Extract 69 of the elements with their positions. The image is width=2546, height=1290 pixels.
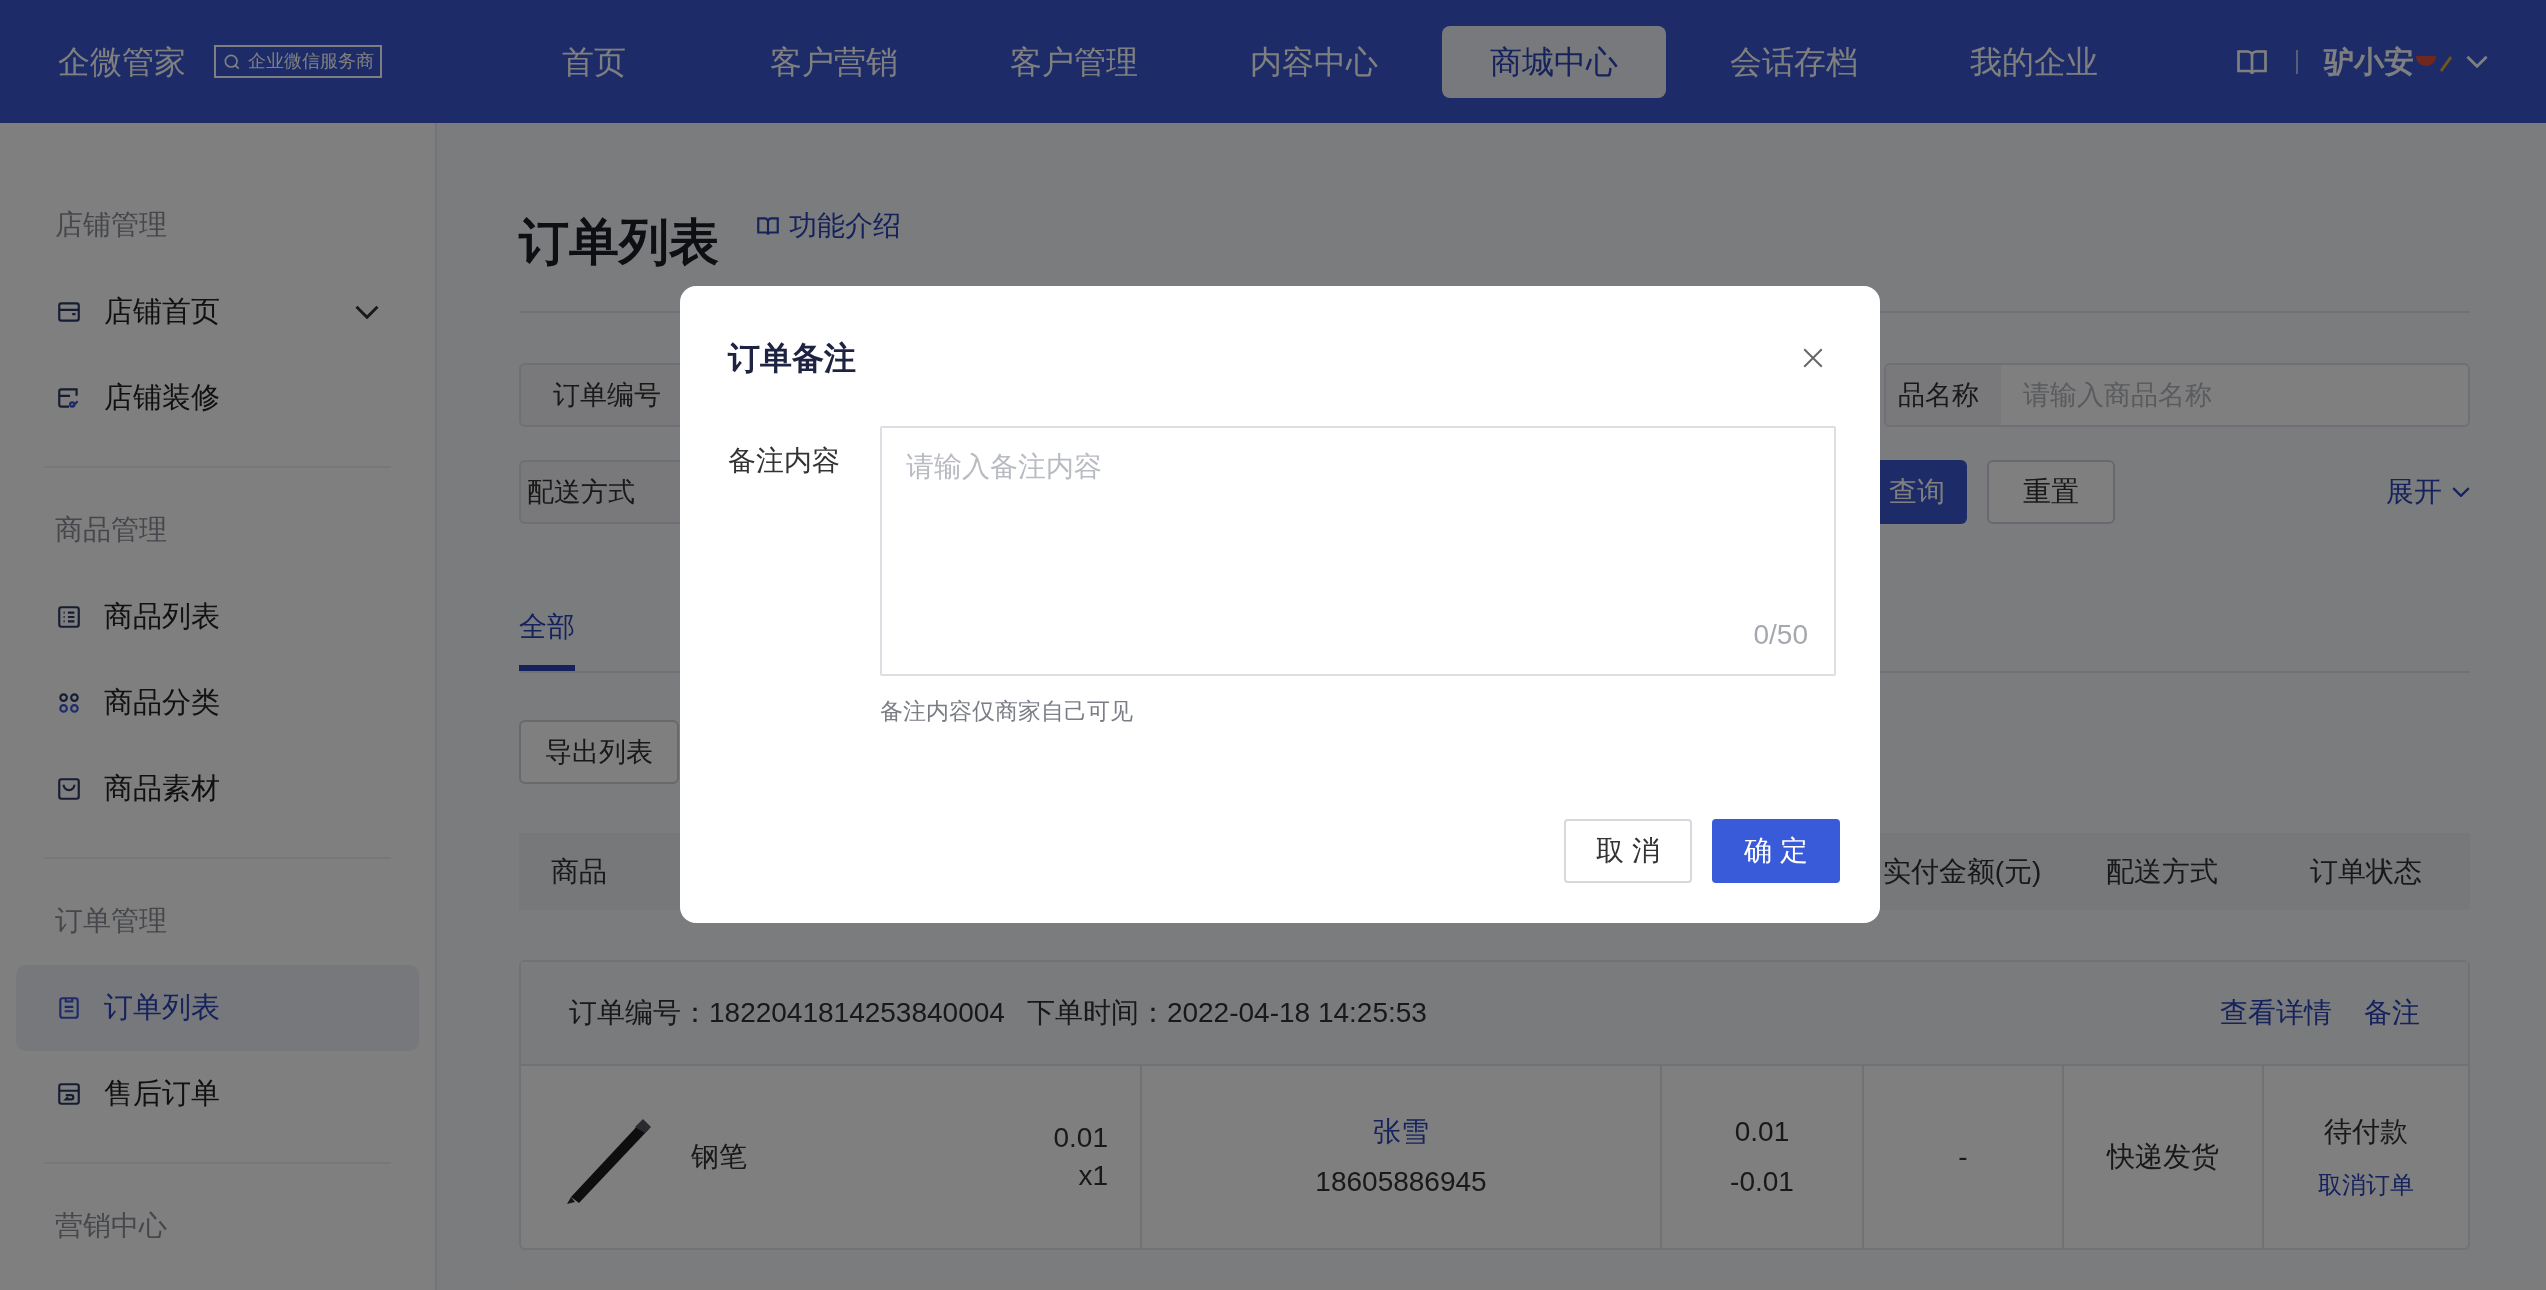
sidebar-item[interactable]: 售后订单 bbox=[16, 1051, 419, 1137]
dialog-title: 订单备注 bbox=[728, 339, 856, 378]
clipboard-icon bbox=[56, 995, 82, 1021]
sidebar-section-title: 订单管理 bbox=[54, 904, 168, 938]
nav-tab[interactable]: 我的企业 bbox=[1922, 25, 2146, 98]
product-name: 钢笔 bbox=[691, 1140, 747, 1174]
paid-amount: 0.01 bbox=[1734, 1115, 1790, 1149]
command-icon bbox=[56, 690, 82, 716]
sidebar-item[interactable]: 商品素材 bbox=[16, 746, 419, 832]
unit-price: 0.01 bbox=[1053, 1121, 1108, 1155]
discount-amount: -0.01 bbox=[1730, 1165, 1794, 1199]
sidebar-item-label: 订单列表 bbox=[104, 990, 220, 1026]
column-header: 订单状态 bbox=[2310, 854, 2422, 889]
sidebar-item[interactable]: 商品列表 bbox=[16, 574, 419, 660]
page-title: 订单列表 bbox=[519, 213, 719, 272]
sidebar-section-title: 营销中心 bbox=[54, 1209, 168, 1243]
nav-tab[interactable]: 客户营销 bbox=[722, 25, 946, 98]
expand-link[interactable]: 展开 bbox=[2386, 471, 2470, 513]
column-header: 商品 bbox=[550, 854, 608, 889]
column-header: 实付金额(元) bbox=[1882, 854, 2042, 889]
brand-name[interactable]: 企微管家 bbox=[58, 37, 186, 86]
sidebar-item[interactable]: 店铺首页 bbox=[16, 269, 419, 355]
field-hint: 备注内容仅商家自己可见 bbox=[880, 697, 1134, 726]
cancel-order-link[interactable]: 取消订单 bbox=[2318, 1167, 2414, 1203]
sidebar-section-title: 商品管理 bbox=[54, 513, 168, 547]
status-tab[interactable]: 全部 bbox=[519, 588, 575, 671]
sidebar-section-title: 店铺管理 bbox=[54, 208, 168, 242]
character-counter: 0/50 bbox=[1753, 618, 1808, 652]
nav-tab[interactable]: 会话存档 bbox=[1682, 25, 1906, 98]
return-icon bbox=[56, 1081, 82, 1107]
order-time: 下单时间：2022-04-18 14:25:53 bbox=[1026, 996, 1427, 1030]
sidebar-item[interactable]: 订单列表 bbox=[16, 965, 419, 1051]
sidebar-item-label: 店铺装修 bbox=[104, 380, 220, 416]
field-label: 备注内容 bbox=[728, 444, 841, 478]
nav-tab[interactable]: 客户管理 bbox=[962, 25, 1186, 98]
nav-tab[interactable]: 首页 bbox=[482, 25, 706, 98]
buyer-name-link[interactable]: 张雪 bbox=[1373, 1111, 1429, 1153]
order-status: 待付款 bbox=[2324, 1115, 2408, 1149]
export-button[interactable]: 导出列表 bbox=[519, 720, 679, 784]
sidebar-item[interactable]: 商品分类 bbox=[16, 660, 419, 746]
list-icon bbox=[56, 604, 82, 630]
chevron-down-icon bbox=[2466, 55, 2488, 68]
order-action-link[interactable]: 备注 bbox=[2364, 992, 2420, 1034]
store-icon bbox=[56, 299, 82, 325]
sidebar-item[interactable]: 店铺装修 bbox=[16, 355, 419, 441]
order-action-link[interactable]: 查看详情 bbox=[2220, 992, 2332, 1034]
sidebar-item-label: 商品分类 bbox=[104, 685, 220, 721]
delivery-method: 快递发货 bbox=[2107, 1140, 2219, 1174]
nav-tab[interactable]: 商城中心 bbox=[1442, 25, 1666, 98]
sidebar-item-label: 售后订单 bbox=[104, 1076, 220, 1112]
order-number: 订单编号：1822041814253840004 bbox=[569, 996, 1005, 1030]
table-cell-text: - bbox=[1958, 1140, 1968, 1174]
cancel-button[interactable]: 取 消 bbox=[1564, 819, 1692, 883]
user-name[interactable]: 驴小安 bbox=[2324, 39, 2414, 84]
column-header: 配送方式 bbox=[2106, 854, 2218, 889]
reset-button[interactable]: 重置 bbox=[1987, 460, 2115, 524]
nav-tab[interactable]: 内容中心 bbox=[1202, 25, 1426, 98]
bag-icon bbox=[56, 776, 82, 802]
partner-badge: 企业微信服务商 bbox=[214, 45, 382, 78]
confirm-button[interactable]: 确 定 bbox=[1712, 819, 1840, 883]
buyer-phone: 18605886945 bbox=[1315, 1165, 1487, 1199]
chevron-down-icon bbox=[2452, 487, 2470, 497]
sidebar-item-label: 商品素材 bbox=[104, 771, 220, 807]
quantity: x1 bbox=[1078, 1159, 1108, 1193]
filter-label: 品名称 bbox=[1886, 365, 2001, 425]
sidebar-item-label: 商品列表 bbox=[104, 599, 220, 635]
sidebar-item-label: 店铺首页 bbox=[104, 294, 220, 330]
chevron-down-icon bbox=[355, 305, 379, 319]
help-link[interactable]: 功能介绍 bbox=[755, 205, 901, 247]
